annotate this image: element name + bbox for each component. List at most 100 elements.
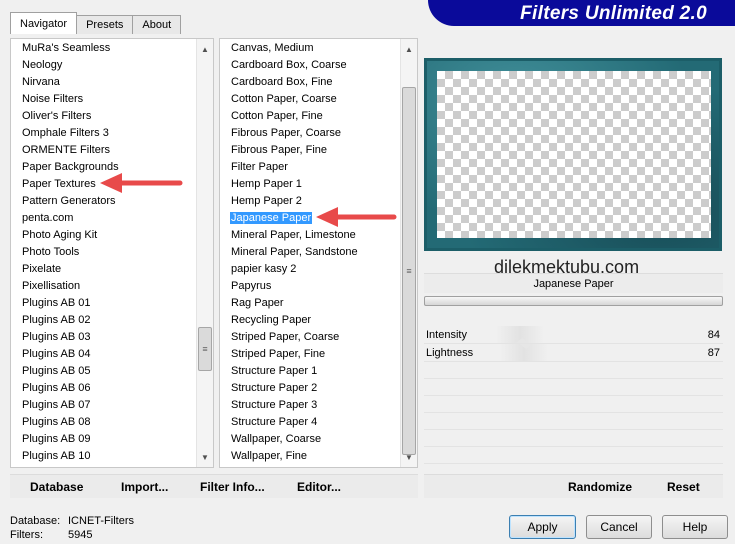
list-item[interactable]: Mineral Paper, Sandstone [220, 244, 400, 261]
list-item-label: Striped Paper, Coarse [231, 331, 340, 343]
list-item[interactable]: Canvas, Medium [220, 40, 400, 57]
scroll-thumb[interactable]: ≡ [402, 87, 416, 455]
list-item[interactable]: Structure Paper 3 [220, 397, 400, 414]
category-list[interactable]: MuRa's Seamless Neology Nirvana Noise Filte… [10, 38, 214, 468]
list-item[interactable]: Hemp Paper 1 [220, 176, 400, 193]
list-item[interactable]: Plugins AB 06 [11, 380, 196, 397]
list-item[interactable]: Noise Filters [11, 91, 196, 108]
param-intensity[interactable]: Intensity 84 [424, 326, 723, 344]
list-item[interactable]: Omphale Filters 3 [11, 125, 196, 142]
list-item[interactable]: Pixellisation [11, 278, 196, 295]
filter-list[interactable]: Canvas, Medium Cardboard Box, Coarse Cardb… [219, 38, 418, 468]
list-item-label: Mineral Paper, Limestone [231, 229, 356, 241]
editor-button[interactable]: Editor... [297, 480, 341, 494]
list-item[interactable]: Plugins AB 04 [11, 346, 196, 363]
list-item-label: Plugins AB 05 [22, 365, 91, 377]
list-item[interactable]: Plugins AB 03 [11, 329, 196, 346]
list-item[interactable]: Recycling Paper [220, 312, 400, 329]
list-item[interactable]: Rag Paper [220, 295, 400, 312]
list-item-label: Fibrous Paper, Coarse [231, 127, 342, 139]
list-item-label: Cotton Paper, Fine [231, 110, 323, 122]
list-item-label: Recycling Paper [231, 314, 312, 326]
list-item-label: Plugins AB 09 [22, 433, 91, 445]
tab-navigator[interactable]: Navigator [10, 12, 78, 34]
list-item[interactable]: Nirvana [11, 74, 196, 91]
list-item-label: Cotton Paper, Coarse [231, 93, 337, 105]
reset-button[interactable]: Reset [667, 480, 700, 494]
list-item[interactable]: Structure Paper 1 [220, 363, 400, 380]
list-item[interactable]: Striped Paper, Fine [220, 346, 400, 363]
list-item[interactable]: Cotton Paper, Fine [220, 108, 400, 125]
status-value: ICNET-Filters [68, 515, 134, 527]
list-item-label: Paper Textures [22, 178, 96, 190]
list-item-label: Plugins AB 08 [22, 416, 91, 428]
list-item[interactable]: Fibrous Paper, Fine [220, 142, 400, 159]
list-item[interactable]: penta.com [11, 210, 196, 227]
transparency-checkerboard [437, 71, 711, 238]
list-item[interactable]: MuRa's Seamless [11, 40, 196, 57]
scroll-up-arrow-icon[interactable]: ▲ [197, 41, 213, 57]
list-item[interactable]: Filter Paper [220, 159, 400, 176]
category-scrollbar[interactable]: ▲ ≡ ▼ [196, 39, 213, 467]
list-item-label: Plugins AB 02 [22, 314, 91, 326]
list-item[interactable]: Plugins AB 07 [11, 397, 196, 414]
list-item[interactable]: Photo Aging Kit [11, 227, 196, 244]
list-item[interactable]: Plugins AB 05 [11, 363, 196, 380]
scroll-down-arrow-icon[interactable]: ▼ [197, 449, 213, 465]
list-item[interactable]: Structure Paper 4 [220, 414, 400, 431]
param-slot-empty [424, 430, 723, 447]
list-item-label: Nirvana [22, 76, 60, 88]
list-item[interactable]: Plugins AB 01 [11, 295, 196, 312]
database-button[interactable]: Database [30, 480, 83, 494]
list-item[interactable]: Wallpaper, Fine [220, 448, 400, 465]
list-item[interactable]: Plugins AB 09 [11, 431, 196, 448]
list-item[interactable]: Neology [11, 57, 196, 74]
list-item-label: Structure Paper 3 [231, 399, 318, 411]
param-lightness[interactable]: Lightness 87 [424, 344, 723, 362]
list-item[interactable]: Pattern Generators [11, 193, 196, 210]
list-item[interactable]: Photo Tools [11, 244, 196, 261]
apply-button[interactable]: Apply [509, 515, 576, 539]
list-item[interactable]: ORMENTE Filters [11, 142, 196, 159]
list-item[interactable]: Mineral Paper, Limestone [220, 227, 400, 244]
title-banner: Filters Unlimited 2.0 [428, 0, 735, 26]
list-item[interactable]: Fibrous Paper, Coarse [220, 125, 400, 142]
preview-image [424, 58, 722, 251]
list-item[interactable]: Plugins AB 10 [11, 448, 196, 465]
red-arrow-icon [100, 173, 183, 193]
filter-info-button[interactable]: Filter Info... [200, 480, 265, 494]
cancel-button[interactable]: Cancel [586, 515, 652, 539]
list-item[interactable]: Pixelate [11, 261, 196, 278]
list-item[interactable]: Cardboard Box, Fine [220, 74, 400, 91]
list-item[interactable]: Cotton Paper, Coarse [220, 91, 400, 108]
list-item[interactable]: Structure Paper 2 [220, 380, 400, 397]
param-slot-empty [424, 379, 723, 396]
list-item[interactable]: Papyrus [220, 278, 400, 295]
list-item[interactable]: Plugins AB 08 [11, 414, 196, 431]
list-item[interactable]: Plugins AB 02 [11, 312, 196, 329]
param-slot-empty [424, 413, 723, 430]
randomize-button[interactable]: Randomize [568, 480, 632, 494]
preview-zoom-slider[interactable] [424, 296, 723, 306]
help-button[interactable]: Help [662, 515, 728, 539]
tab-about[interactable]: About [132, 15, 182, 34]
list-item[interactable]: Oliver's Filters [11, 108, 196, 125]
list-item-label: Pattern Generators [22, 195, 116, 207]
list-item-label: Wallpaper, Coarse [231, 433, 322, 445]
scroll-down-arrow-icon[interactable]: ▼ [401, 449, 417, 465]
scroll-up-arrow-icon[interactable]: ▲ [401, 41, 417, 57]
list-item[interactable]: papier kasy 2 [220, 261, 400, 278]
list-item-label: Photo Tools [22, 246, 80, 258]
list-item[interactable]: Wallpaper, Coarse [220, 431, 400, 448]
tab-bar: Navigator Presets About [10, 12, 182, 34]
list-item-label: Mineral Paper, Sandstone [231, 246, 358, 258]
list-item[interactable]: Striped Paper, Coarse [220, 329, 400, 346]
scroll-thumb[interactable]: ≡ [198, 327, 212, 371]
list-item-label: Papyrus [231, 280, 272, 292]
tab-presets[interactable]: Presets [76, 15, 134, 34]
filter-scrollbar[interactable]: ▲ ≡ ▼ [400, 39, 417, 467]
param-slot-empty [424, 396, 723, 413]
list-item[interactable]: Cardboard Box, Coarse [220, 57, 400, 74]
list-item-label: Hemp Paper 2 [231, 195, 302, 207]
import-button[interactable]: Import... [121, 480, 168, 494]
